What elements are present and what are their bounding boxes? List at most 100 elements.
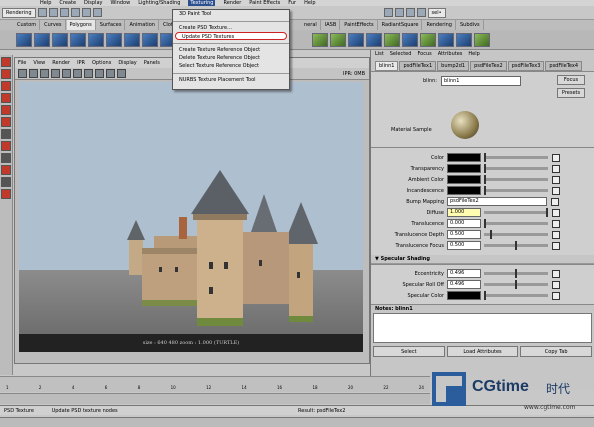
refresh-icon[interactable] <box>40 69 49 78</box>
select-object-icon[interactable] <box>81 8 91 17</box>
translucence-depth-slider[interactable] <box>484 230 548 239</box>
diffuse-field[interactable]: 1.000 <box>447 208 481 217</box>
render-icon[interactable] <box>405 8 415 17</box>
shelf-spotlight-icon[interactable] <box>330 32 346 47</box>
menu-item-delete-texture-reference[interactable]: Delete Texture Reference Object <box>173 54 289 62</box>
ambient-slider[interactable] <box>484 175 548 184</box>
manipulator-tool-icon[interactable] <box>1 117 11 127</box>
layout-graph-icon[interactable] <box>1 189 11 199</box>
shelf-batch-icon[interactable] <box>474 32 490 47</box>
alpha-channel-icon[interactable] <box>84 69 93 78</box>
notes-field[interactable] <box>373 313 592 343</box>
tab-subdivs[interactable]: Subdivs <box>457 20 484 30</box>
load-attributes-button[interactable]: Load Attributes <box>446 346 519 357</box>
shelf-torus-icon[interactable] <box>106 32 122 47</box>
map-button-icon[interactable] <box>552 280 560 289</box>
redo-render-icon[interactable] <box>18 69 27 78</box>
ae-menu-selected[interactable]: Selected <box>390 50 412 59</box>
rotate-tool-icon[interactable] <box>1 93 11 103</box>
map-button-icon[interactable] <box>552 164 560 173</box>
transparency-slider[interactable] <box>484 164 548 173</box>
sel-field[interactable]: sel• <box>427 7 446 18</box>
translucence-focus-slider[interactable] <box>484 241 548 250</box>
rgb-channel-icon[interactable] <box>73 69 82 78</box>
move-tool-icon[interactable] <box>1 81 11 91</box>
layout-four-icon[interactable] <box>1 153 11 163</box>
snap-grid-icon[interactable] <box>383 8 393 17</box>
translucence-depth-field[interactable]: 0.500 <box>447 230 481 239</box>
map-button-icon[interactable] <box>552 219 560 228</box>
open-scene-icon[interactable] <box>48 8 58 17</box>
rv-menu-panels[interactable]: Panels <box>144 58 160 68</box>
map-button-icon[interactable] <box>552 241 560 250</box>
shelf-fur-icon[interactable] <box>438 32 454 47</box>
rv-menu-options[interactable]: Options <box>92 58 111 68</box>
select-button[interactable]: Select <box>373 346 445 357</box>
tab-psdfiletex3[interactable]: psdFileTex3 <box>507 61 545 71</box>
specular-roll-off-slider[interactable] <box>484 280 548 289</box>
map-button-icon[interactable] <box>551 197 559 206</box>
select-component-icon[interactable] <box>92 8 102 17</box>
mode-dropdown[interactable]: Rendering <box>2 7 36 18</box>
select-hierarchy-icon[interactable] <box>70 8 80 17</box>
translucence-focus-field[interactable]: 0.500 <box>447 241 481 250</box>
focus-button[interactable]: Focus <box>557 75 585 85</box>
shelf-cone-icon[interactable] <box>70 32 86 47</box>
tab-psdfiletex1[interactable]: psdFileTex1 <box>399 61 437 71</box>
tab-curves[interactable]: Curves <box>41 20 66 30</box>
menu-item-nurbs-texture-placement[interactable]: NURBS Texture Placement Tool <box>173 76 289 84</box>
menu-item-update-psd-textures[interactable]: Update PSD Textures <box>175 32 287 40</box>
translucence-slider[interactable] <box>484 219 548 228</box>
map-button-icon[interactable] <box>552 186 560 195</box>
zoom-icon[interactable] <box>95 69 104 78</box>
color-slider[interactable] <box>484 153 548 162</box>
map-button-icon[interactable] <box>552 175 560 184</box>
ae-menu-help[interactable]: Help <box>468 50 479 59</box>
incandescence-slider[interactable] <box>484 186 548 195</box>
shelf-light-icon[interactable] <box>312 32 328 47</box>
diffuse-slider[interactable] <box>484 208 548 217</box>
eccentricity-slider[interactable] <box>484 269 548 278</box>
ipr-icon[interactable] <box>416 8 426 17</box>
eccentricity-field[interactable]: 0.496 <box>447 269 481 278</box>
tab-radiantsquare[interactable]: RadiantSquare <box>379 20 423 30</box>
scale-tool-icon[interactable] <box>1 105 11 115</box>
select-tool-icon[interactable] <box>1 57 11 67</box>
bump-field[interactable]: psdFileTex2 <box>447 197 547 206</box>
shelf-render-icon[interactable] <box>456 32 472 47</box>
ae-menu-attributes[interactable]: Attributes <box>438 50 463 59</box>
lasso-tool-icon[interactable] <box>1 69 11 79</box>
menu-item-create-texture-reference[interactable]: Create Texture Reference Object <box>173 46 289 54</box>
remove-image-icon[interactable] <box>117 69 126 78</box>
map-button-icon[interactable] <box>552 269 560 278</box>
command-input[interactable]: PSD Texture <box>0 406 50 416</box>
transparency-swatch[interactable] <box>447 164 481 173</box>
specular-roll-off-field[interactable]: 0.496 <box>447 280 481 289</box>
keep-image-icon[interactable] <box>106 69 115 78</box>
render-region-icon[interactable] <box>51 69 60 78</box>
map-button-icon[interactable] <box>552 208 560 217</box>
map-button-icon[interactable] <box>552 153 560 162</box>
tab-animation[interactable]: Animation <box>126 20 159 30</box>
translucence-field[interactable]: 0.000 <box>447 219 481 228</box>
node-name-field[interactable]: blinn1 <box>441 76 521 86</box>
layout-persp-icon[interactable] <box>1 165 11 175</box>
layout-single-icon[interactable] <box>1 141 11 151</box>
color-swatch[interactable] <box>447 153 481 162</box>
new-scene-icon[interactable] <box>37 8 47 17</box>
tab-iasb[interactable]: IASB <box>322 20 341 30</box>
shelf-extrude-icon[interactable] <box>142 32 158 47</box>
rv-menu-display[interactable]: Display <box>118 58 136 68</box>
tab-psdfiletex4[interactable]: psdFileTex4 <box>545 61 583 71</box>
shelf-cube-icon[interactable] <box>16 32 32 47</box>
layout-outliner-icon[interactable] <box>1 177 11 187</box>
presets-button[interactable]: Presets <box>557 88 585 98</box>
tab-general[interactable]: neral <box>301 20 321 30</box>
copy-tab-button[interactable]: Copy Tab <box>520 346 593 357</box>
rv-menu-file[interactable]: File <box>18 58 26 68</box>
range-slider[interactable] <box>0 393 430 404</box>
snap-curve-icon[interactable] <box>394 8 404 17</box>
time-slider[interactable]: 1 2 4 6 8 10 12 14 16 18 20 22 24 <box>0 376 430 392</box>
shelf-plane-icon[interactable] <box>88 32 104 47</box>
shelf-combine-icon[interactable] <box>124 32 140 47</box>
